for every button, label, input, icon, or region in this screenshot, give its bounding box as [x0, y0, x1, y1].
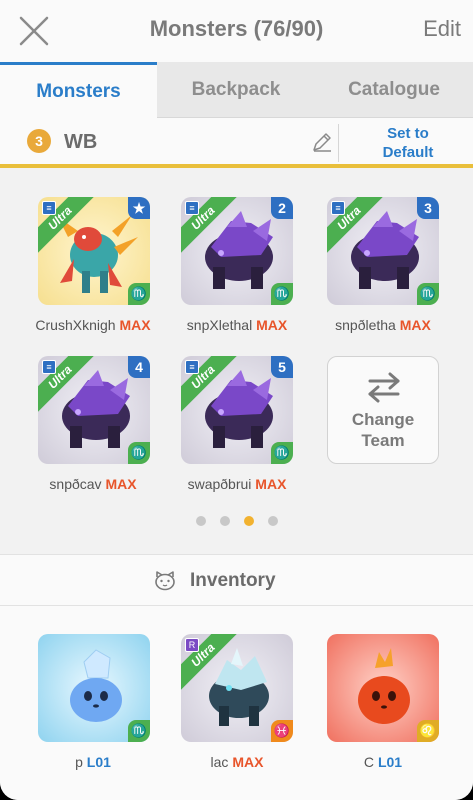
page-dot[interactable]	[220, 516, 230, 526]
team-bar: 3 WB Set to Default	[0, 118, 473, 168]
change-team-line1: Change	[351, 410, 415, 429]
element-icon: ♏	[271, 283, 293, 305]
change-team-line2: Team	[361, 431, 405, 450]
page-title: Monsters (76/90)	[149, 16, 324, 41]
team-number-badge: 3	[27, 129, 51, 153]
team-name: WB	[64, 131, 98, 153]
inventory-monster-label-2: lac MAX	[162, 754, 312, 770]
info-icon: ≡	[185, 201, 199, 215]
monster-level: MAX	[256, 317, 288, 333]
top-bar: Monsters (76/90) Edit	[0, 0, 473, 62]
monster-level: L01	[377, 754, 403, 770]
change-team-button[interactable]: Change Team	[327, 356, 439, 464]
element-icon: ♌	[417, 720, 439, 742]
tab-backpack[interactable]: Backpack	[157, 62, 315, 118]
team-monster-label-5: swapðbrui MAX	[162, 476, 312, 492]
slot-number-badge: 3	[417, 197, 439, 219]
monster-name: C	[363, 754, 375, 770]
monster-name: snpXlethal	[186, 317, 253, 333]
monster-name: swapðbrui	[187, 476, 252, 492]
team-monster-card-5[interactable]: Ultra ≡ 5 ♏	[181, 356, 293, 464]
monster-level: MAX	[232, 754, 264, 770]
element-icon: ♏	[128, 283, 150, 305]
star-icon: ★	[128, 197, 150, 219]
team-monster-label-1: CrushXknigh MAX	[18, 317, 168, 333]
pencil-icon[interactable]	[311, 131, 333, 153]
monster-level: MAX	[105, 476, 137, 492]
monster-face-icon	[155, 571, 175, 591]
element-icon: ♓	[271, 720, 293, 742]
monster-level: MAX	[255, 476, 287, 492]
monster-name: lac	[210, 754, 229, 770]
tab-catalogue[interactable]: Catalogue	[315, 62, 473, 118]
divider	[338, 124, 339, 162]
tab-bar: Monsters Backpack Catalogue	[0, 62, 473, 118]
inventory-header: Inventory	[0, 554, 473, 606]
monsters-screen: Monsters (76/90) Edit Monsters Backpack …	[0, 0, 473, 800]
inventory-monster-card-1[interactable]: ♏	[38, 634, 150, 742]
inventory-monster-card-2[interactable]: Ultra R ♓	[181, 634, 293, 742]
slot-number-badge: 4	[128, 356, 150, 378]
element-icon: ♏	[417, 283, 439, 305]
change-team-label: Change Team	[328, 409, 438, 451]
team-monster-card-3[interactable]: Ultra ≡ 3 ♏	[327, 197, 439, 305]
set-default-line1: Set to	[387, 125, 429, 142]
team-monster-card-2[interactable]: Ultra ≡ 2 ♏	[181, 197, 293, 305]
inventory-monster-card-3[interactable]: ♌	[327, 634, 439, 742]
rank-badge-icon: R	[185, 638, 199, 652]
info-icon: ≡	[42, 360, 56, 374]
swap-arrows-icon	[368, 372, 400, 403]
monster-level: MAX	[399, 317, 431, 333]
team-monster-card-1[interactable]: Ultra ≡ ★ ♏	[38, 197, 150, 305]
team-monster-label-4: snpðcav MAX	[18, 476, 168, 492]
monster-name: p	[75, 754, 83, 770]
team-monster-card-4[interactable]: Ultra ≡ 4 ♏	[38, 356, 150, 464]
inventory-monster-label-3: C L01	[308, 754, 458, 770]
team-monster-label-2: snpXlethal MAX	[162, 317, 312, 333]
slot-number-badge: 5	[271, 356, 293, 378]
element-icon: ♏	[128, 442, 150, 464]
slot-number-badge: 2	[271, 197, 293, 219]
info-icon: ≡	[331, 201, 345, 215]
team-monster-label-3: snpðletha MAX	[308, 317, 458, 333]
info-icon: ≡	[42, 201, 56, 215]
monster-name: CrushXknigh	[35, 317, 116, 333]
edit-button[interactable]: Edit	[423, 16, 461, 42]
set-default-line2: Default	[382, 144, 434, 161]
page-dot-active[interactable]	[244, 516, 254, 526]
info-icon: ≡	[185, 360, 199, 374]
monster-name: snpðletha	[335, 317, 396, 333]
monster-name: snpðcav	[49, 476, 102, 492]
element-icon: ♏	[128, 720, 150, 742]
page-dot[interactable]	[196, 516, 206, 526]
page-dot[interactable]	[268, 516, 278, 526]
tab-monsters[interactable]: Monsters	[0, 62, 157, 118]
set-to-default-button[interactable]: Set to Default	[348, 124, 468, 162]
inventory-title: Inventory	[190, 570, 276, 591]
monster-level: MAX	[119, 317, 151, 333]
element-icon: ♏	[271, 442, 293, 464]
monster-level: L01	[86, 754, 111, 770]
inventory-monster-label-1: p L01	[18, 754, 168, 770]
